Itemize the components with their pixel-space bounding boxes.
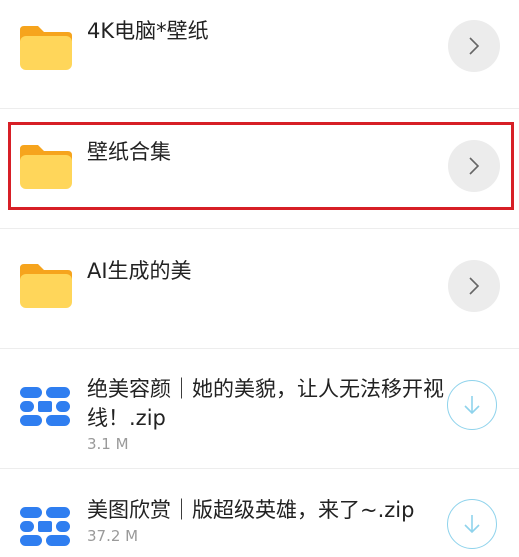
item-size: 3.1 M xyxy=(87,435,129,453)
file-list: 4K电脑*壁纸 壁纸合集 AI生成的美 绝美容颜｜她的美貌，让人无法移开视线！.… xyxy=(0,0,519,557)
open-folder-button[interactable] xyxy=(448,20,500,72)
download-button[interactable] xyxy=(447,499,497,549)
chevron-right-icon xyxy=(469,37,480,55)
item-title: 美图欣赏｜版超级英雄，来了~.zip xyxy=(87,498,415,522)
item-size: 37.2 M xyxy=(87,527,139,545)
item-title: AI生成的美 xyxy=(87,259,192,283)
item-title: 绝美容颜｜她的美貌，让人无法移开视线！.zip xyxy=(87,377,444,430)
archive-icon xyxy=(20,507,70,546)
list-item-folder[interactable]: 4K电脑*壁纸 xyxy=(0,0,519,108)
download-icon xyxy=(464,396,480,415)
selection-highlight xyxy=(8,122,514,210)
download-icon xyxy=(464,515,480,534)
chevron-right-icon xyxy=(469,277,480,295)
list-item-folder[interactable]: AI生成的美 xyxy=(0,229,519,348)
open-folder-button[interactable] xyxy=(448,260,500,312)
item-title: 4K电脑*壁纸 xyxy=(87,19,209,43)
folder-icon xyxy=(20,264,72,308)
list-item-file[interactable]: 美图欣赏｜版超级英雄，来了~.zip 37.2 M xyxy=(0,469,519,557)
list-item-file[interactable]: 绝美容颜｜她的美貌，让人无法移开视线！.zip 3.1 M xyxy=(0,349,519,468)
folder-icon xyxy=(20,26,72,70)
archive-icon xyxy=(20,387,70,426)
download-button[interactable] xyxy=(447,380,497,430)
